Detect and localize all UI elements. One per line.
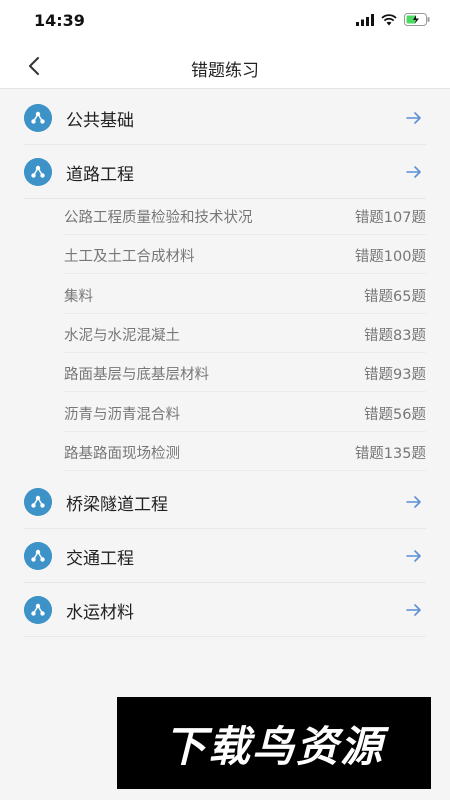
signal-icon <box>356 13 374 26</box>
sub-item-count: 错题83题 <box>364 328 426 344</box>
status-time: 14:39 <box>34 11 85 30</box>
category-road-engineering[interactable]: 道路工程 <box>24 145 426 199</box>
sub-item-label: 路面基层与底基层材料 <box>64 367 209 383</box>
sub-item-label: 沥青与沥青混合料 <box>64 407 180 423</box>
sub-item[interactable]: 水泥与水泥混凝土 错题83题 <box>64 313 426 353</box>
category-label: 道路工程 <box>66 165 134 185</box>
arrow-right-icon <box>406 496 421 508</box>
sub-item-label: 路基路面现场检测 <box>64 446 180 462</box>
category-label: 交通工程 <box>66 549 134 569</box>
arrow-right-icon <box>406 112 421 124</box>
sub-item[interactable]: 沥青与沥青混合料 错题56题 <box>64 392 426 432</box>
sub-item-count: 错题135题 <box>354 446 426 462</box>
sub-item-label: 水泥与水泥混凝土 <box>64 328 180 344</box>
category-public-basics[interactable]: 公共基础 <box>24 91 426 145</box>
category-label: 公共基础 <box>66 111 134 131</box>
watermark-text: 下载鸟资源 <box>163 721 384 771</box>
sub-item-count: 错题93题 <box>364 367 426 383</box>
page-title: 错题练习 <box>191 61 259 81</box>
category-label: 水运材料 <box>66 603 134 623</box>
nav-bar: 错题练习 <box>0 44 450 89</box>
category-icon <box>24 596 52 624</box>
sub-item-label: 集料 <box>64 289 93 305</box>
category-bridge-tunnel[interactable]: 桥梁隧道工程 <box>24 475 426 529</box>
category-icon <box>24 488 52 516</box>
category-icon <box>24 104 52 132</box>
status-bar: 14:39 <box>0 0 450 44</box>
sub-item-count: 错题65题 <box>364 289 426 305</box>
sub-item-label: 土工及土工合成材料 <box>64 249 195 265</box>
category-label: 桥梁隧道工程 <box>66 495 168 515</box>
status-icons <box>356 13 430 26</box>
battery-icon <box>404 13 430 26</box>
sub-item[interactable]: 路基路面现场检测 错题135题 <box>64 431 426 471</box>
category-icon <box>24 158 52 186</box>
category-traffic-engineering[interactable]: 交通工程 <box>24 529 426 583</box>
content-list: 公共基础 道路工程 公路工程质量检验和技术状况 错题107题 土工及土工合成材料… <box>0 89 450 800</box>
sub-item[interactable]: 集料 错题65题 <box>64 274 426 314</box>
category-waterway-materials[interactable]: 水运材料 <box>24 583 426 637</box>
sub-item-label: 公路工程质量检验和技术状况 <box>64 210 253 226</box>
sub-item[interactable]: 土工及土工合成材料 错题100题 <box>64 234 426 274</box>
arrow-right-icon <box>406 550 421 562</box>
watermark-logo: 下载鸟资源 <box>117 697 431 789</box>
sub-item-count: 错题107题 <box>354 210 426 226</box>
arrow-right-icon <box>406 166 421 178</box>
arrow-right-icon <box>406 604 421 616</box>
sub-item[interactable]: 路面基层与底基层材料 错题93题 <box>64 352 426 392</box>
wifi-icon <box>381 13 397 25</box>
sub-item[interactable]: 公路工程质量检验和技术状况 错题107题 <box>64 195 426 235</box>
sub-item-count: 错题56题 <box>364 407 426 423</box>
sub-item-count: 错题100题 <box>354 249 426 265</box>
category-icon <box>24 542 52 570</box>
